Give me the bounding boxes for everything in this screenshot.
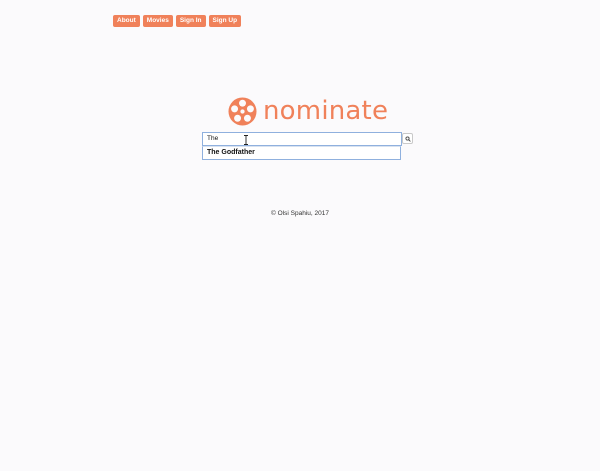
film-reel-icon xyxy=(228,96,257,126)
autocomplete-dropdown: The Godfather xyxy=(202,146,401,160)
sign-up-button[interactable]: Sign Up xyxy=(208,15,242,27)
movies-button[interactable]: Movies xyxy=(142,15,173,27)
logo[interactable]: nominate xyxy=(228,96,388,126)
text-cursor-icon xyxy=(244,135,248,145)
about-button[interactable]: About xyxy=(113,15,140,27)
footer-copyright: © Olsi Spahiu, 2017 xyxy=(271,210,329,217)
top-nav: About Movies Sign In Sign Up xyxy=(113,15,242,27)
autocomplete-suggestion[interactable]: The Godfather xyxy=(203,147,400,159)
logo-text: nominate xyxy=(263,96,389,126)
search-input[interactable] xyxy=(202,132,402,146)
search-button[interactable] xyxy=(402,133,413,144)
search-icon xyxy=(404,135,411,142)
sign-in-button[interactable]: Sign In xyxy=(175,15,206,27)
